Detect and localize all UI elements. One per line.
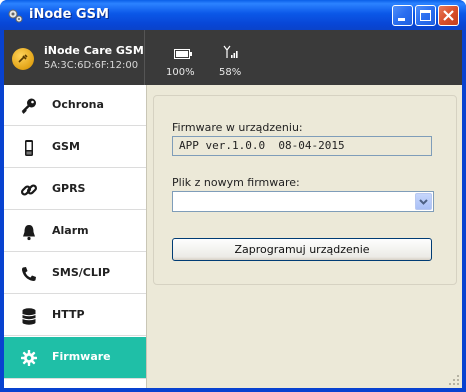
close-icon xyxy=(443,10,454,21)
gears-icon xyxy=(8,9,23,23)
sidebar-nav: Ochrona GSM GPRS Alarm SMS/CLIP HTTP Fir… xyxy=(4,85,147,388)
sidebar-item-sms-clip[interactable]: SMS/CLIP xyxy=(4,253,146,294)
database-icon xyxy=(22,308,36,325)
sidebar-item-label: Ochrona xyxy=(52,98,104,111)
firmware-panel: Firmware w urządzeniu: APP ver.1.0.0 08-… xyxy=(153,95,457,285)
sidebar-item-label: Alarm xyxy=(52,224,89,237)
sidebar-item-label: Firmware xyxy=(52,350,111,363)
sidebar-item-firmware[interactable]: Firmware xyxy=(4,337,146,379)
phone-icon xyxy=(25,140,33,156)
sidebar-item-http[interactable]: HTTP xyxy=(4,295,146,336)
sidebar-item-label: GPRS xyxy=(52,182,86,195)
firmware-current-value: APP ver.1.0.0 08-04-2015 xyxy=(172,136,432,156)
firmware-current-label: Firmware w urządzeniu: xyxy=(172,121,303,134)
signal-level: 58% xyxy=(219,67,242,78)
sidebar-item-gsm[interactable]: GSM xyxy=(4,127,146,168)
link-icon xyxy=(20,184,38,196)
device-header: iNode Care GSM 5A:3C:6D:6F:12:00 100% 58… xyxy=(4,30,462,85)
sidebar-item-ochrona[interactable]: Ochrona xyxy=(4,85,146,126)
close-button[interactable] xyxy=(438,5,459,26)
battery-icon xyxy=(174,49,192,59)
maximize-icon xyxy=(420,10,431,21)
device-mac: 5A:3C:6D:6F:12:00 xyxy=(44,60,139,71)
gear-icon xyxy=(21,350,37,366)
sidebar-item-label: HTTP xyxy=(52,308,85,321)
minimize-button[interactable] xyxy=(392,5,413,26)
firmware-file-select[interactable] xyxy=(172,191,434,212)
sidebar-item-label: GSM xyxy=(52,140,80,153)
minimize-icon xyxy=(398,18,405,21)
window-title: iNode GSM xyxy=(29,7,109,22)
resize-grip-icon[interactable] xyxy=(448,374,460,386)
device-coin-icon xyxy=(12,48,34,70)
signal-icon xyxy=(223,45,238,58)
handset-icon xyxy=(22,267,36,281)
program-device-button[interactable]: Zaprogramuj urządzenie xyxy=(172,238,432,261)
sidebar-item-label: SMS/CLIP xyxy=(52,266,111,279)
device-name: iNode Care GSM xyxy=(44,44,144,57)
dropdown-button[interactable] xyxy=(415,193,432,210)
app-window: iNode GSM iNode Care GSM 5A:3C:6D:6F:12:… xyxy=(0,0,466,392)
firmware-file-label: Plik z nowym firmware: xyxy=(172,176,300,189)
key-icon xyxy=(21,98,36,114)
maximize-button[interactable] xyxy=(415,5,436,26)
sidebar-item-alarm[interactable]: Alarm xyxy=(4,211,146,252)
battery-level: 100% xyxy=(166,67,195,78)
client-area: iNode Care GSM 5A:3C:6D:6F:12:00 100% 58… xyxy=(4,30,462,388)
header-divider xyxy=(144,30,145,85)
sidebar-item-gprs[interactable]: GPRS xyxy=(4,169,146,210)
chevron-down-icon xyxy=(419,199,428,205)
title-bar[interactable]: iNode GSM xyxy=(0,0,466,30)
bell-icon xyxy=(23,225,35,241)
